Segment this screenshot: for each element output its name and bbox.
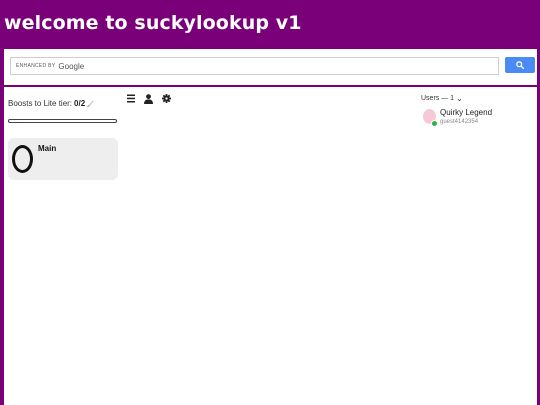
toolbar: [126, 93, 171, 104]
user-list-item[interactable]: Quirky Legend guest4142354: [423, 107, 533, 129]
search-button[interactable]: [505, 57, 535, 73]
user-icon[interactable]: [144, 93, 153, 104]
search-placeholder-prefix: ENHANCED BY: [16, 63, 56, 69]
search-icon: [516, 61, 524, 69]
rocket-icon: [86, 100, 94, 108]
boosts-progress-bar: [8, 119, 117, 123]
boosts-value: 0/2: [74, 99, 86, 108]
user-name: Quirky Legend: [440, 108, 493, 117]
boosts-status: Boosts to Lite tier: 0/2: [8, 99, 94, 108]
users-count: Users — 1: [421, 95, 455, 102]
page-title: welcome to suckylookup v1: [4, 12, 302, 34]
menu-icon[interactable]: [126, 93, 135, 104]
boosts-label: Boosts to Lite tier:: [8, 99, 73, 108]
server-card-main[interactable]: Main: [8, 138, 118, 180]
online-status-icon: [431, 120, 438, 127]
chevron-down-icon: ⌄: [456, 94, 463, 103]
server-name: Main: [38, 144, 57, 153]
main-panel: Boosts to Lite tier: 0/2 Main Users — 1 …: [4, 87, 537, 405]
ring-icon: [12, 145, 33, 173]
user-handle: guest4142354: [440, 119, 479, 125]
search-panel: ENHANCED BY Google: [4, 49, 537, 85]
gear-icon[interactable]: [162, 93, 171, 104]
users-header[interactable]: Users — 1 ⌄: [421, 94, 463, 103]
search-input[interactable]: ENHANCED BY Google: [10, 57, 499, 75]
search-placeholder-brand: Google: [58, 61, 85, 71]
